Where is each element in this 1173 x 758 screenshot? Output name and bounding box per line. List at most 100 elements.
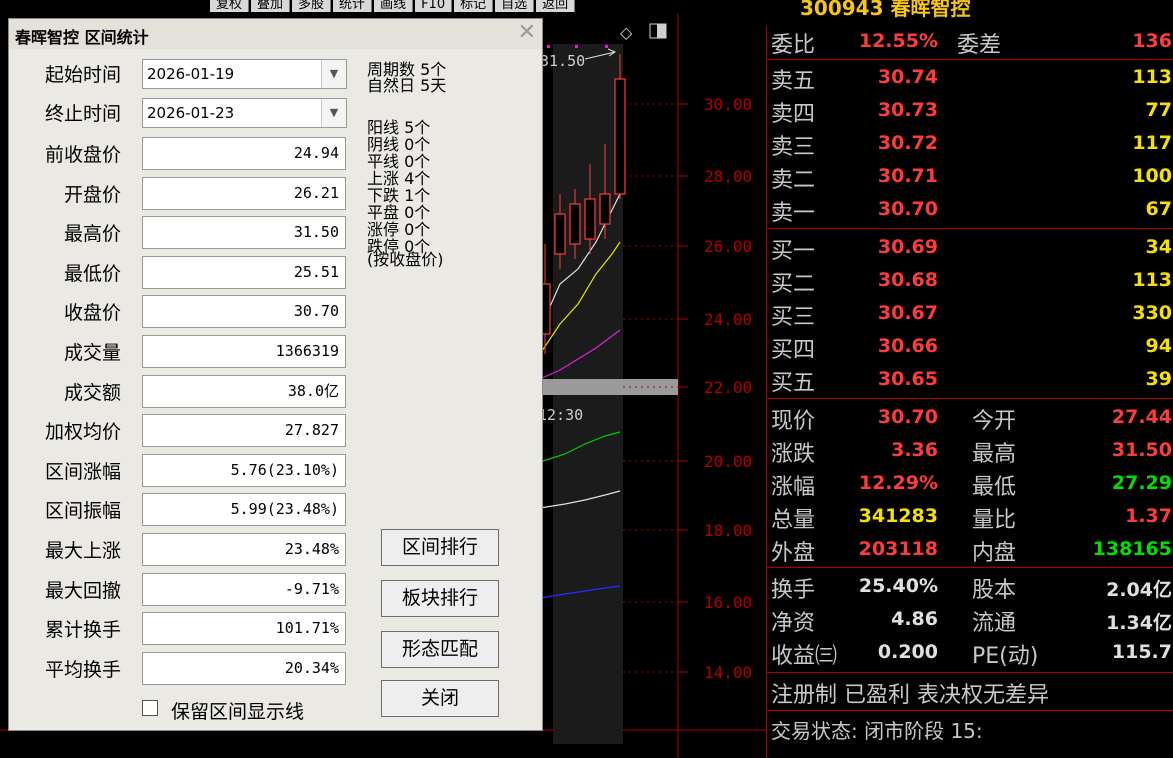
info-value: 138165 xyxy=(1092,538,1172,560)
open-field[interactable]: 26.21 xyxy=(142,176,346,210)
keep-interval-lines-checkbox[interactable] xyxy=(142,700,158,716)
max-price-label: 31.50 xyxy=(540,52,585,70)
prev-close-label: 前收盘价 xyxy=(44,144,121,166)
ask-label: 卖二 xyxy=(771,168,816,193)
price-tick-label: 28.00 xyxy=(704,167,752,186)
info-row: 收益㈢ 0.200 PE(动) 115.7 xyxy=(767,637,1173,669)
time-label: 12:30 xyxy=(538,406,583,424)
weighted-avg-field[interactable]: 27.827 xyxy=(142,414,346,448)
info-value: 30.70 xyxy=(877,406,938,428)
info-value: 0.200 xyxy=(877,641,938,663)
bid-price: 30.69 xyxy=(877,236,938,258)
toolbar-button-back[interactable]: 返回 xyxy=(536,0,576,12)
price-tick-label: 30.00 xyxy=(704,95,752,114)
toolbar-button-overlay[interactable]: 叠加 xyxy=(251,0,291,12)
bid-label: 买一 xyxy=(771,239,816,264)
low-field[interactable]: 25.51 xyxy=(142,255,346,289)
toolbar-button-statistics[interactable]: 统计 xyxy=(333,0,373,12)
divider xyxy=(767,59,1173,60)
candle-body xyxy=(569,203,581,245)
up-count: 上涨 4个 xyxy=(367,169,431,188)
toolbar-button-mark[interactable]: 标记 xyxy=(454,0,494,12)
bid-row: 买三 30.67 330 xyxy=(767,298,1173,330)
end-time-value: 2026-01-23 xyxy=(147,104,235,122)
info-label: 外盘 xyxy=(771,541,816,566)
interval-change-field[interactable]: 5.76(23.10%) xyxy=(142,453,346,487)
close-field[interactable]: 30.70 xyxy=(142,295,346,329)
bid-row: 买四 30.66 94 xyxy=(767,331,1173,363)
interval-change-label: 区间涨幅 xyxy=(44,460,121,483)
info-value: 2.04亿 xyxy=(1106,579,1172,601)
max-drawdown-label: 最大回撤 xyxy=(44,579,121,602)
ask-price: 30.71 xyxy=(877,165,938,187)
start-time-select[interactable]: 2026-01-19 ▼ xyxy=(142,59,347,89)
end-time-select[interactable]: 2026-01-23 ▼ xyxy=(142,98,347,128)
yang-count: 阳线 5个 xyxy=(367,118,431,137)
pattern-match-button[interactable]: 形态匹配 xyxy=(381,631,499,668)
toolbar-button-watchlist[interactable]: 自选 xyxy=(495,0,535,12)
toolbar-button-f10[interactable]: F10 xyxy=(415,0,453,12)
interval-statistics-dialog: 春晖智控 区间统计 ✕ 起始时间 2026-01-19 ▼ 终止时间 2026-… xyxy=(8,18,543,731)
max-rise-field[interactable]: 23.48% xyxy=(142,533,346,566)
yin-count: 阴线 0个 xyxy=(367,135,431,154)
info-value: 4.86 xyxy=(891,608,938,630)
price-tick-label: 22.00 xyxy=(704,378,752,397)
toolbar-button-restore-rights[interactable]: 复权 xyxy=(210,0,250,12)
bid-price: 30.68 xyxy=(877,269,938,291)
candle-body xyxy=(599,193,611,225)
avg-turnover-label: 平均换手 xyxy=(44,658,121,681)
turnover-amount-field[interactable]: 38.0亿 xyxy=(142,374,346,408)
info-label: 最高 xyxy=(972,442,1017,467)
close-button[interactable]: 关闭 xyxy=(381,680,499,717)
avg-turnover-field[interactable]: 20.34% xyxy=(142,651,346,685)
chevron-down-icon[interactable]: ▼ xyxy=(321,99,346,127)
volume-label: 成交量 xyxy=(63,342,121,364)
ask-label: 卖五 xyxy=(771,69,816,94)
ask-volume: 67 xyxy=(1145,198,1172,220)
diamond-icon[interactable]: ◇ xyxy=(620,23,633,42)
candle-body xyxy=(614,78,626,195)
marker-dot xyxy=(605,45,608,48)
info-label: 今开 xyxy=(972,409,1017,434)
max-drawdown-field[interactable]: -9.71% xyxy=(142,572,346,606)
info-value: 1.37 xyxy=(1125,505,1172,527)
volume-field[interactable]: 1366319 xyxy=(142,335,346,368)
sector-rank-button[interactable]: 板块排行 xyxy=(381,580,499,617)
unchanged-count: 平盘 0个 xyxy=(367,203,431,222)
info-label: 涨跌 xyxy=(771,442,816,467)
bid-volume: 113 xyxy=(1132,269,1172,291)
high-field[interactable]: 31.50 xyxy=(142,216,346,250)
quote-panel: 委比 12.55% 委差 136 卖五 30.74 113 卖四 30.73 77 卖三 30… xyxy=(766,26,1173,758)
divider xyxy=(767,398,1173,399)
dialog-titlebar[interactable]: 春晖智控 区间统计 ✕ xyxy=(9,19,542,49)
prev-close-field[interactable]: 24.94 xyxy=(142,137,346,170)
info-label: 现价 xyxy=(771,409,816,434)
ask-price: 30.72 xyxy=(877,132,938,154)
period-count: 周期数 5个 xyxy=(367,60,447,79)
bid-label: 买四 xyxy=(771,338,816,363)
cumulative-turnover-field[interactable]: 101.71% xyxy=(142,612,346,646)
info-value: 1.34亿 xyxy=(1106,612,1172,634)
toolbar-button-multi-stock[interactable]: 多股 xyxy=(292,0,332,12)
info-label: 涨幅 xyxy=(771,475,816,500)
bid-price: 30.65 xyxy=(877,368,938,390)
weighted-avg-label: 加权均价 xyxy=(44,421,121,444)
divider xyxy=(767,567,1173,568)
info-label: 净资 xyxy=(771,611,816,636)
marker-dot xyxy=(547,45,550,48)
info-value: 203118 xyxy=(858,538,938,560)
interval-rank-button[interactable]: 区间排行 xyxy=(381,529,499,566)
info-label: 股本 xyxy=(972,578,1017,603)
ask-row: 卖四 30.73 77 xyxy=(767,95,1173,127)
close-icon[interactable]: ✕ xyxy=(518,21,536,45)
price-tick-label: 20.00 xyxy=(704,452,752,471)
interval-amplitude-field[interactable]: 5.99(23.48%) xyxy=(142,493,346,527)
low-label: 最低价 xyxy=(63,262,121,285)
info-row: 换手 25.40% 股本 2.04亿 xyxy=(767,571,1173,603)
ask-volume: 100 xyxy=(1132,165,1172,187)
chevron-down-icon[interactable]: ▼ xyxy=(321,60,346,88)
toolbar-button-draw-line[interactable]: 画线 xyxy=(374,0,414,12)
info-label: 量比 xyxy=(972,508,1017,533)
dialog-title: 春晖智控 区间统计 xyxy=(15,28,149,47)
registration-note: 注册制 已盈利 表决权无差异 xyxy=(771,683,1049,708)
